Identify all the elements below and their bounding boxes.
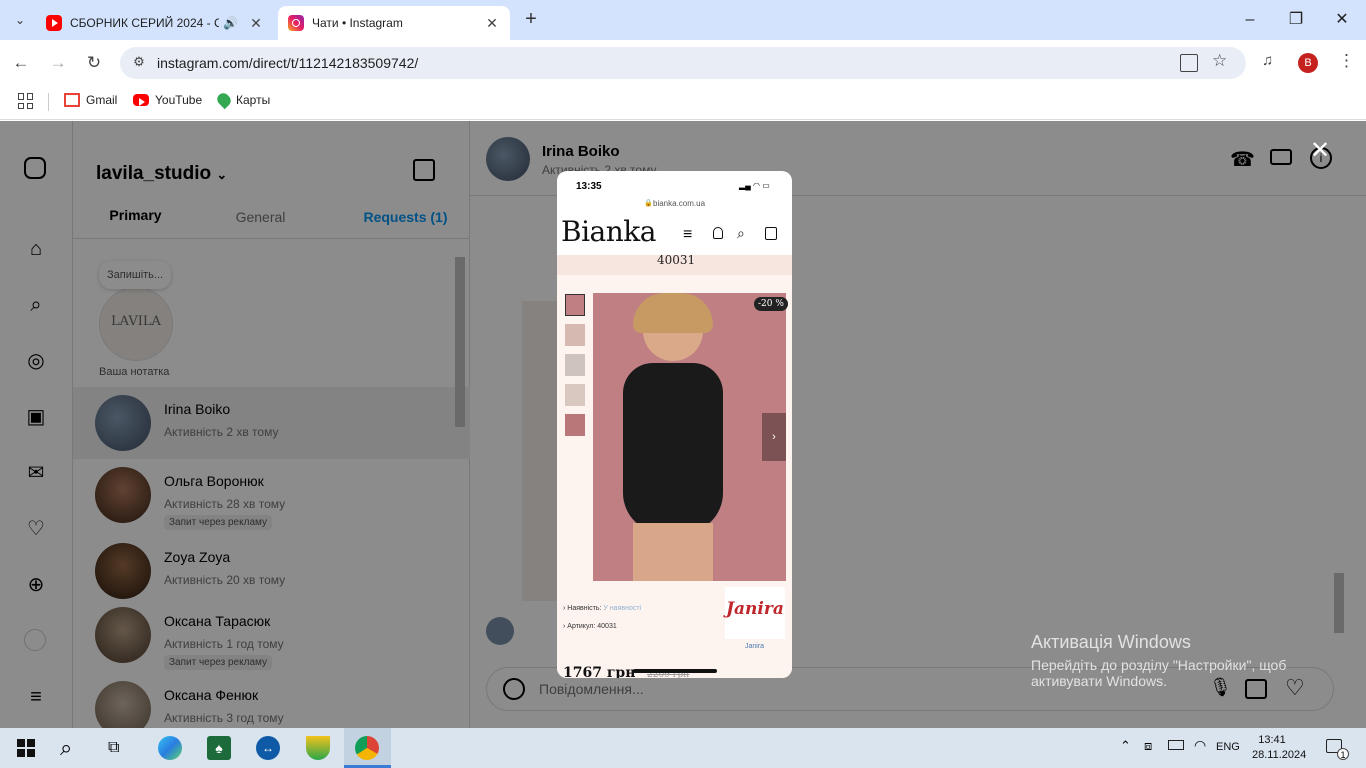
install-app-icon[interactable] [1180,54,1198,72]
hamburger-icon: ≡ [683,226,693,243]
tab-instagram[interactable]: Чати • Instagram ✕ [278,6,510,40]
activation-title: Активація Windows [1031,632,1191,652]
phone-status-icons: ▂▄ ◠ ▭ [739,181,770,190]
instagram-icon [288,15,304,31]
youtube-icon [46,15,62,31]
brand-link: Janira [745,643,765,650]
activation-text: Перейдіть до розділу "Настройки", щоб [1031,657,1287,673]
phone-domain: bianka.com.ua [653,199,706,208]
windows-activation-watermark: Активація Windows Перейдіть до розділу "… [1031,632,1286,689]
bookmark-maps[interactable]: Карты [214,90,271,110]
bookmark-label: YouTube [155,93,203,107]
article-label: Артикул: 40031 [567,623,617,630]
battery-icon[interactable] [1168,740,1184,750]
close-modal-icon[interactable]: ✕ [1310,136,1330,165]
browser-tab-bar: ⌄ СБОРНИК СЕРИЙ 2024 - С 🔊 ✕ Чати • Inst… [0,0,1366,40]
user-icon [713,227,723,239]
back-button[interactable]: ← [10,52,32,74]
thumbnail [565,324,585,346]
article-row: › Артикул: 40031 [563,623,617,630]
home-indicator [633,669,717,673]
clock-date: 28.11.2024 [1252,749,1307,761]
bodysuit [623,363,723,533]
maps-icon [214,90,234,110]
tab-youtube[interactable]: СБОРНИК СЕРИЙ 2024 - С 🔊 ✕ [36,6,274,40]
app-shield-icon[interactable] [306,736,330,760]
availability-value: У наявності [603,605,642,612]
tab-title: Чати • Instagram [312,16,403,30]
bookmark-label: Карты [236,93,271,107]
bookmarks-bar: Gmail YouTube Карты [0,86,1366,120]
article-number-top: 40031 [657,253,696,267]
wifi-icon[interactable]: ◠ [1194,737,1206,754]
image-viewer: 13:35 ▂▄ ◠ ▭ 🔒 bianka.com.ua Bianka ≡ ⌕ … [557,171,792,678]
bookmark-star-icon[interactable]: ☆ [1212,51,1227,71]
tab-search-button[interactable]: ⌄ [10,10,30,30]
search-icon: ⌕ [737,225,745,241]
chrome-taskbar-item[interactable] [344,728,391,768]
youtube-icon [133,94,149,106]
divider [48,93,49,111]
next-image-arrow-icon: › [762,413,786,461]
clock-time: 13:41 [1258,734,1286,746]
windows-taskbar: ⌕ ⧉ ♠ ↔ ⌃ ⧈ ◠ ENG 13:41 28.11.2024 1 [0,728,1366,768]
gmail-icon [64,93,80,107]
bianka-logo: Bianka [561,215,656,248]
windows-start-icon[interactable] [14,736,38,760]
new-tab-button[interactable]: + [520,8,542,30]
media-control-icon[interactable]: ♫ [1262,52,1273,69]
price: 1767 грн [563,665,636,678]
model-hair [633,293,713,333]
tab-title: СБОРНИК СЕРИЙ 2024 - С [70,16,220,30]
bookmark-youtube[interactable]: YouTube [133,93,202,107]
activation-text: активувати Windows. [1031,673,1167,689]
notification-count: 1 [1337,748,1349,760]
availability-label: Наявність: [567,605,602,612]
legs [633,523,713,581]
solitaire-icon[interactable]: ♠ [207,736,231,760]
restore-button[interactable]: ❐ [1284,8,1308,32]
apps-grid-icon[interactable] [18,93,34,109]
bag-icon [765,227,777,240]
bookmark-label: Gmail [86,93,118,107]
thumbnail [565,294,585,316]
browser-toolbar: ← → ↻ ⚙ instagram.com/direct/t/112142183… [0,40,1366,86]
close-window-button[interactable]: ✕ [1330,8,1354,32]
close-tab-icon[interactable]: ✕ [248,15,264,32]
network-device-icon[interactable]: ⧈ [1144,738,1152,754]
janira-logo: Janira [726,599,784,619]
product-photo [593,293,786,581]
clock[interactable]: 13:41 28.11.2024 [1252,733,1307,763]
site-info-icon[interactable]: ⚙ [130,54,148,72]
address-bar[interactable]: ⚙ instagram.com/direct/t/112142183509742… [120,47,1246,79]
search-icon[interactable]: ⌕ [60,736,84,760]
availability-row: › Наявність: У наявності [563,605,642,612]
bookmark-gmail[interactable]: Gmail [64,93,117,107]
language-indicator[interactable]: ENG [1216,741,1240,753]
discount-badge: -20 % [754,297,788,311]
reload-button[interactable]: ↻ [83,52,105,74]
thumbnail [565,384,585,406]
close-tab-icon[interactable]: ✕ [484,15,500,32]
minimize-button[interactable]: – [1238,8,1262,32]
lock-icon: 🔒 [644,200,653,207]
forward-button[interactable]: → [47,52,69,74]
menu-icon[interactable]: ⋮ [1338,51,1355,71]
task-view-icon[interactable]: ⧉ [108,736,132,760]
url-text: instagram.com/direct/t/112142183509742/ [157,55,419,71]
thumbnail [565,414,585,436]
chrome-icon [355,736,379,760]
profile-avatar[interactable]: B [1298,53,1318,73]
teamviewer-icon[interactable]: ↔ [256,736,280,760]
phone-status-time: 13:35 [576,181,602,192]
edge-icon[interactable] [158,736,182,760]
thumbnail [565,354,585,376]
speaker-icon[interactable]: 🔊 [223,16,238,30]
show-hidden-icons[interactable]: ⌃ [1120,738,1131,754]
